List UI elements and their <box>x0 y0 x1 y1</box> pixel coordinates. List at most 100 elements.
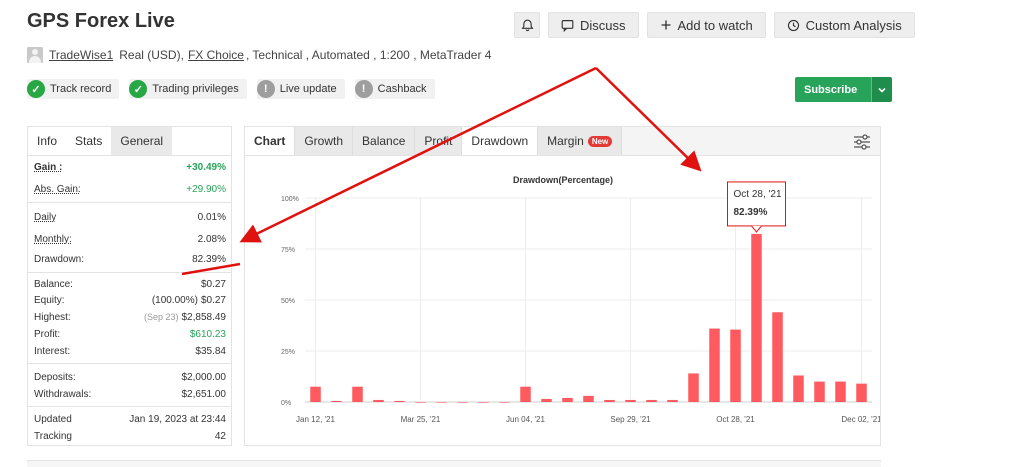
row-gain: Gain : +30.49% <box>34 162 226 173</box>
user-link[interactable]: TradeWise1 <box>49 48 113 62</box>
row-value: +30.49% <box>186 162 226 173</box>
row-value: 2.08% <box>197 234 226 245</box>
y-tick-label: 50% <box>281 298 295 305</box>
sliders-icon <box>854 134 870 150</box>
chart-grid <box>305 197 872 403</box>
badge-label: Live update <box>279 83 337 95</box>
chart-bar <box>814 381 825 402</box>
tab-stats[interactable]: Stats <box>66 127 112 155</box>
tooltip-date: Oct 28, '21 <box>734 189 782 200</box>
chart-bar <box>352 386 363 402</box>
row-daily: Daily 0.01% <box>34 212 226 223</box>
discuss-button[interactable]: Discuss <box>548 12 639 38</box>
row-label: Tracking <box>34 431 72 442</box>
chart-bar <box>751 233 762 402</box>
y-tick-label: 100% <box>281 196 299 203</box>
row-interest: Interest: $35.84 <box>34 346 226 357</box>
badge-trading-privileges[interactable]: ✓ Trading privileges <box>129 79 247 99</box>
row-value: $2,858.49 <box>181 312 227 323</box>
chart-bar <box>688 373 699 402</box>
chart-bar <box>373 399 384 402</box>
chart-bar <box>604 399 615 402</box>
badge-live-update[interactable]: ! Live update <box>256 79 345 99</box>
subscribe-group: Subscribe <box>795 77 893 102</box>
account-details: , Technical , Automated , 1:200 , MetaTr… <box>245 48 492 62</box>
check-icon: ✓ <box>27 80 45 98</box>
chart-bar <box>583 395 594 402</box>
badge-cashback[interactable]: ! Cashback <box>354 79 435 99</box>
chart-bar <box>394 400 405 402</box>
clock-icon <box>787 19 799 31</box>
row-label: Highest: <box>34 312 71 323</box>
row-value: $0.27 <box>200 279 226 290</box>
row-value: $35.84 <box>195 346 226 357</box>
divider <box>28 406 231 407</box>
add-to-watch-label: Add to watch <box>677 17 753 33</box>
divider <box>28 363 231 364</box>
header-actions: Discuss Add to watch Custom Analysis <box>514 12 915 38</box>
bell-icon <box>521 19 533 31</box>
badge-label: Trading privileges <box>152 83 239 95</box>
row-value: +29.90% <box>186 184 226 195</box>
broker-link[interactable]: FX Choice <box>188 48 244 62</box>
row-withdrawals: Withdrawals: $2,651.00 <box>34 389 226 400</box>
tab-margin-label: Margin <box>547 134 584 148</box>
chart-bar <box>457 402 468 403</box>
row-equity: Equity: (100.00%) $0.27 <box>34 295 226 306</box>
subscribe-button[interactable]: Subscribe <box>795 77 872 102</box>
subscribe-dropdown-button[interactable] <box>871 77 893 102</box>
chart-settings-button[interactable] <box>853 133 871 156</box>
tab-growth[interactable]: Growth <box>295 127 354 155</box>
row-label: Monthly: <box>34 234 72 245</box>
chart-bar <box>310 386 321 402</box>
x-tick-label: Oct 28, '21 <box>716 415 755 424</box>
exclamation-icon: ! <box>354 80 373 98</box>
chart-bar <box>646 399 657 402</box>
badge-track-record[interactable]: ✓ Track record <box>27 79 120 99</box>
tab-chart[interactable]: Chart <box>245 127 296 155</box>
chart-bar <box>478 402 489 403</box>
row-profit: Profit: $610.23 <box>34 329 226 340</box>
y-axis: 0% 25% 50% 75% 100% <box>281 196 299 407</box>
tab-margin[interactable]: Margin New <box>538 127 623 155</box>
notifications-button[interactable] <box>514 12 540 38</box>
plus-icon <box>661 20 671 30</box>
custom-analysis-label: Custom Analysis <box>805 17 902 33</box>
custom-analysis-button[interactable]: Custom Analysis <box>773 12 915 38</box>
drawdown-chart: Drawdown(Percentage) 0% 25% 50% 75% 100% Jan… <box>281 175 880 424</box>
add-to-watch-button[interactable]: Add to watch <box>646 12 766 38</box>
row-note: (100.00%) <box>151 295 198 306</box>
row-updated: Updated Jan 19, 2023 at 23:44 <box>34 414 226 425</box>
chevron-down-icon <box>878 87 886 93</box>
chart-bar <box>499 402 510 403</box>
chat-icon <box>561 19 574 32</box>
tab-general[interactable]: General <box>111 127 173 155</box>
row-balance: Balance: $0.27 <box>34 279 226 290</box>
discuss-label: Discuss <box>580 17 626 33</box>
tab-balance[interactable]: Balance <box>353 127 416 155</box>
verification-badges: ✓ Track record ✓ Trading privileges ! Li… <box>27 79 435 99</box>
chart-bar <box>835 381 846 402</box>
row-value: 0.01% <box>197 212 226 223</box>
chart-bar <box>856 383 867 402</box>
chart-title: Drawdown(Percentage) <box>513 175 613 185</box>
row-label: Daily <box>34 212 57 223</box>
row-value: 42 <box>214 431 226 442</box>
tab-profit[interactable]: Profit <box>415 127 463 155</box>
tab-drawdown[interactable]: Drawdown <box>462 127 539 155</box>
row-label: Updated <box>34 414 72 425</box>
account-meta: TradeWise1 Real (USD), FX Choice , Techn… <box>27 47 491 63</box>
chart-panel: Chart Growth Balance Profit Drawdown Mar… <box>244 126 881 446</box>
row-highest: Highest: (Sep 23) $2,858.49 <box>34 312 226 323</box>
chart-bar <box>709 328 720 402</box>
row-drawdown: Drawdown: 82.39% <box>34 254 226 265</box>
info-panel: Info Stats General Gain : +30.49% Abs. Ga… <box>27 126 232 446</box>
tab-info[interactable]: Info <box>28 127 67 155</box>
x-tick-label: Sep 29, '21 <box>610 415 651 424</box>
badge-label: Track record <box>50 83 112 95</box>
info-tabs: Info Stats General <box>28 127 231 156</box>
chart-bar <box>331 400 342 402</box>
chart-tabs: Chart Growth Balance Profit Drawdown Mar… <box>245 127 880 156</box>
chart-bar <box>562 397 573 402</box>
y-tick-label: 25% <box>281 349 295 356</box>
